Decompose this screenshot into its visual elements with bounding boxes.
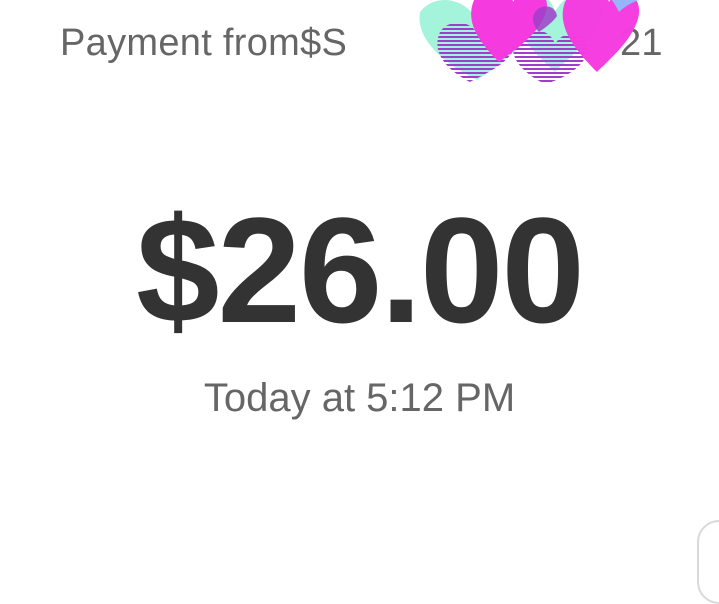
- payment-amount: $26.00: [136, 186, 585, 354]
- bottom-corner-card: [697, 520, 719, 604]
- sender-cashtag-start: $S: [300, 21, 348, 64]
- hearts-sticker-icon: [419, 0, 640, 84]
- payment-timestamp: Today at 5:12 PM: [203, 376, 516, 420]
- payment-header-prefix: Payment from: [60, 21, 301, 64]
